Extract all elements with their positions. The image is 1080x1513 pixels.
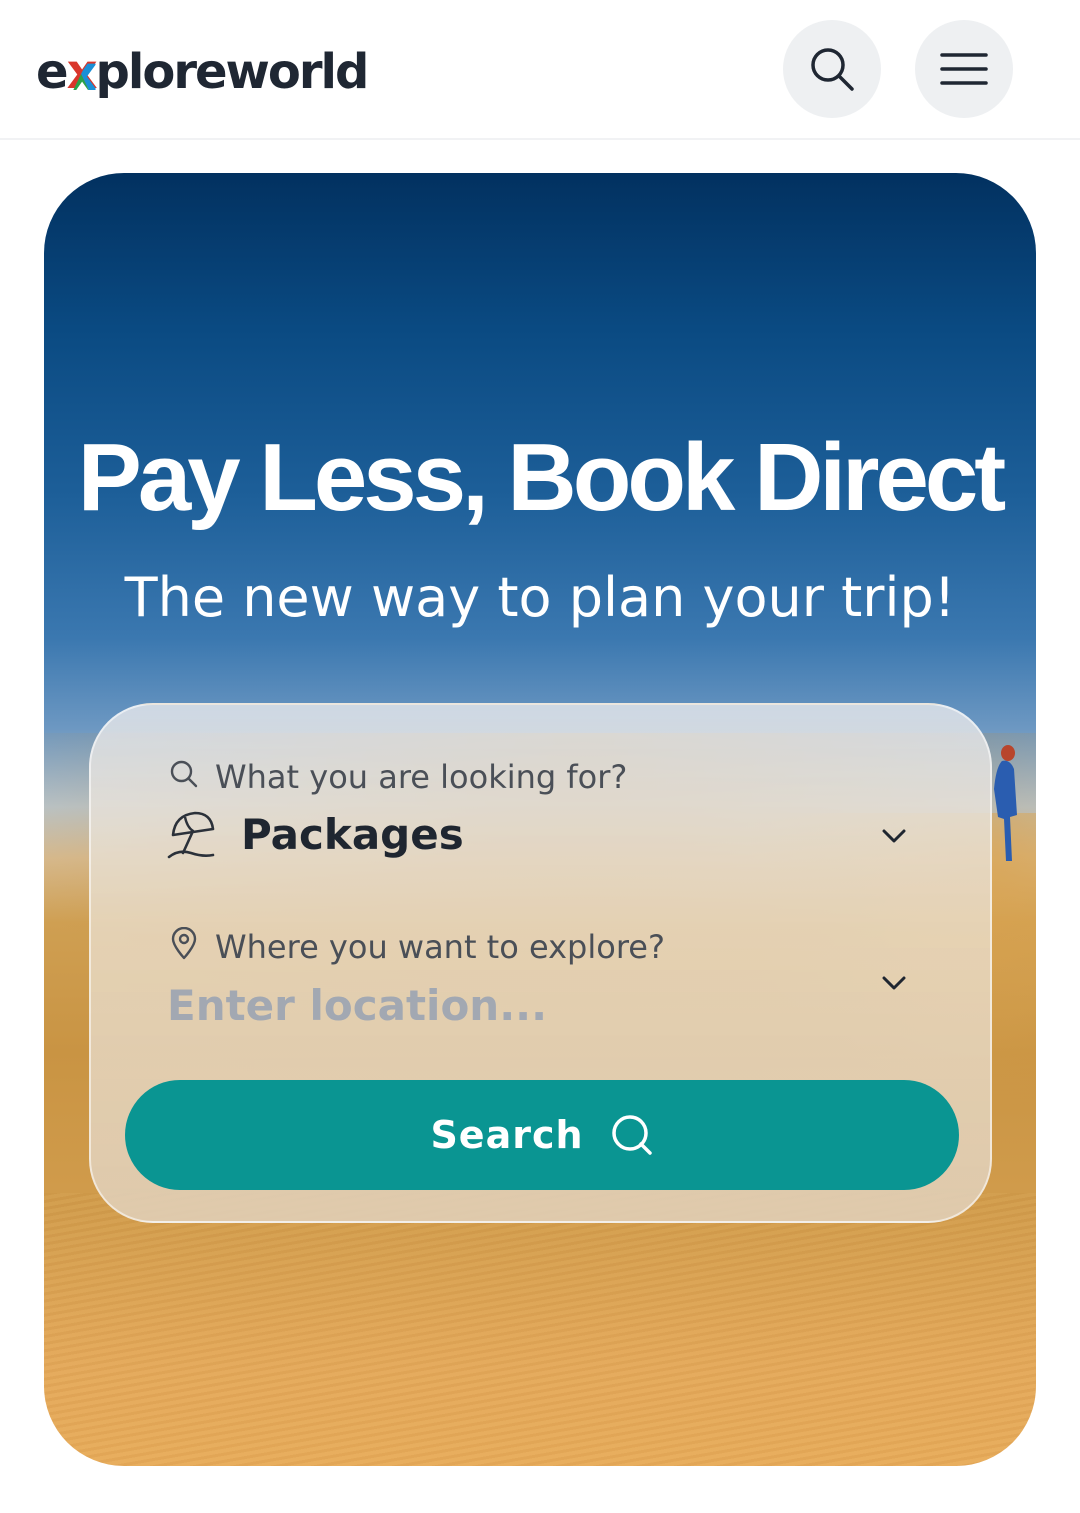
site-logo[interactable]: ex x x ploreworld bbox=[36, 42, 370, 102]
hero-banner: Pay Less, Book Direct The new way to pla… bbox=[44, 173, 1036, 1466]
search-icon bbox=[811, 48, 854, 91]
type-select-value: Packages bbox=[241, 810, 464, 859]
chevron-down-icon bbox=[882, 829, 906, 843]
top-header: ex x x ploreworld bbox=[0, 0, 1080, 140]
location-input[interactable] bbox=[167, 977, 847, 1033]
hero-sand-texture bbox=[44, 1193, 1036, 1466]
logo-text-start: e bbox=[36, 44, 69, 100]
type-select[interactable]: Packages bbox=[161, 805, 921, 869]
header-search-button[interactable] bbox=[783, 20, 881, 118]
location-field-label: Where you want to explore? bbox=[215, 928, 665, 966]
beach-umbrella-icon bbox=[167, 811, 215, 859]
search-small-icon bbox=[170, 760, 198, 788]
hero-person-figure bbox=[994, 745, 1017, 861]
type-field-label: What you are looking for? bbox=[215, 758, 628, 796]
map-pin-icon bbox=[171, 927, 197, 960]
logo-text-end: ploreworld bbox=[95, 44, 370, 100]
hero-headline: Pay Less, Book Direct bbox=[77, 424, 1006, 531]
header-menu-button[interactable] bbox=[915, 20, 1013, 118]
logo-x-mark: xxx bbox=[66, 44, 98, 102]
search-button-icon bbox=[611, 1115, 652, 1155]
search-button-label: Search bbox=[430, 1113, 584, 1157]
menu-icon bbox=[940, 53, 988, 85]
search-card: What you are looking for? Packages Where… bbox=[89, 703, 992, 1223]
search-button[interactable]: Search bbox=[125, 1080, 959, 1190]
hero-subheadline: The new way to plan your trip! bbox=[124, 566, 956, 629]
location-chevron-down-icon[interactable] bbox=[879, 968, 909, 998]
